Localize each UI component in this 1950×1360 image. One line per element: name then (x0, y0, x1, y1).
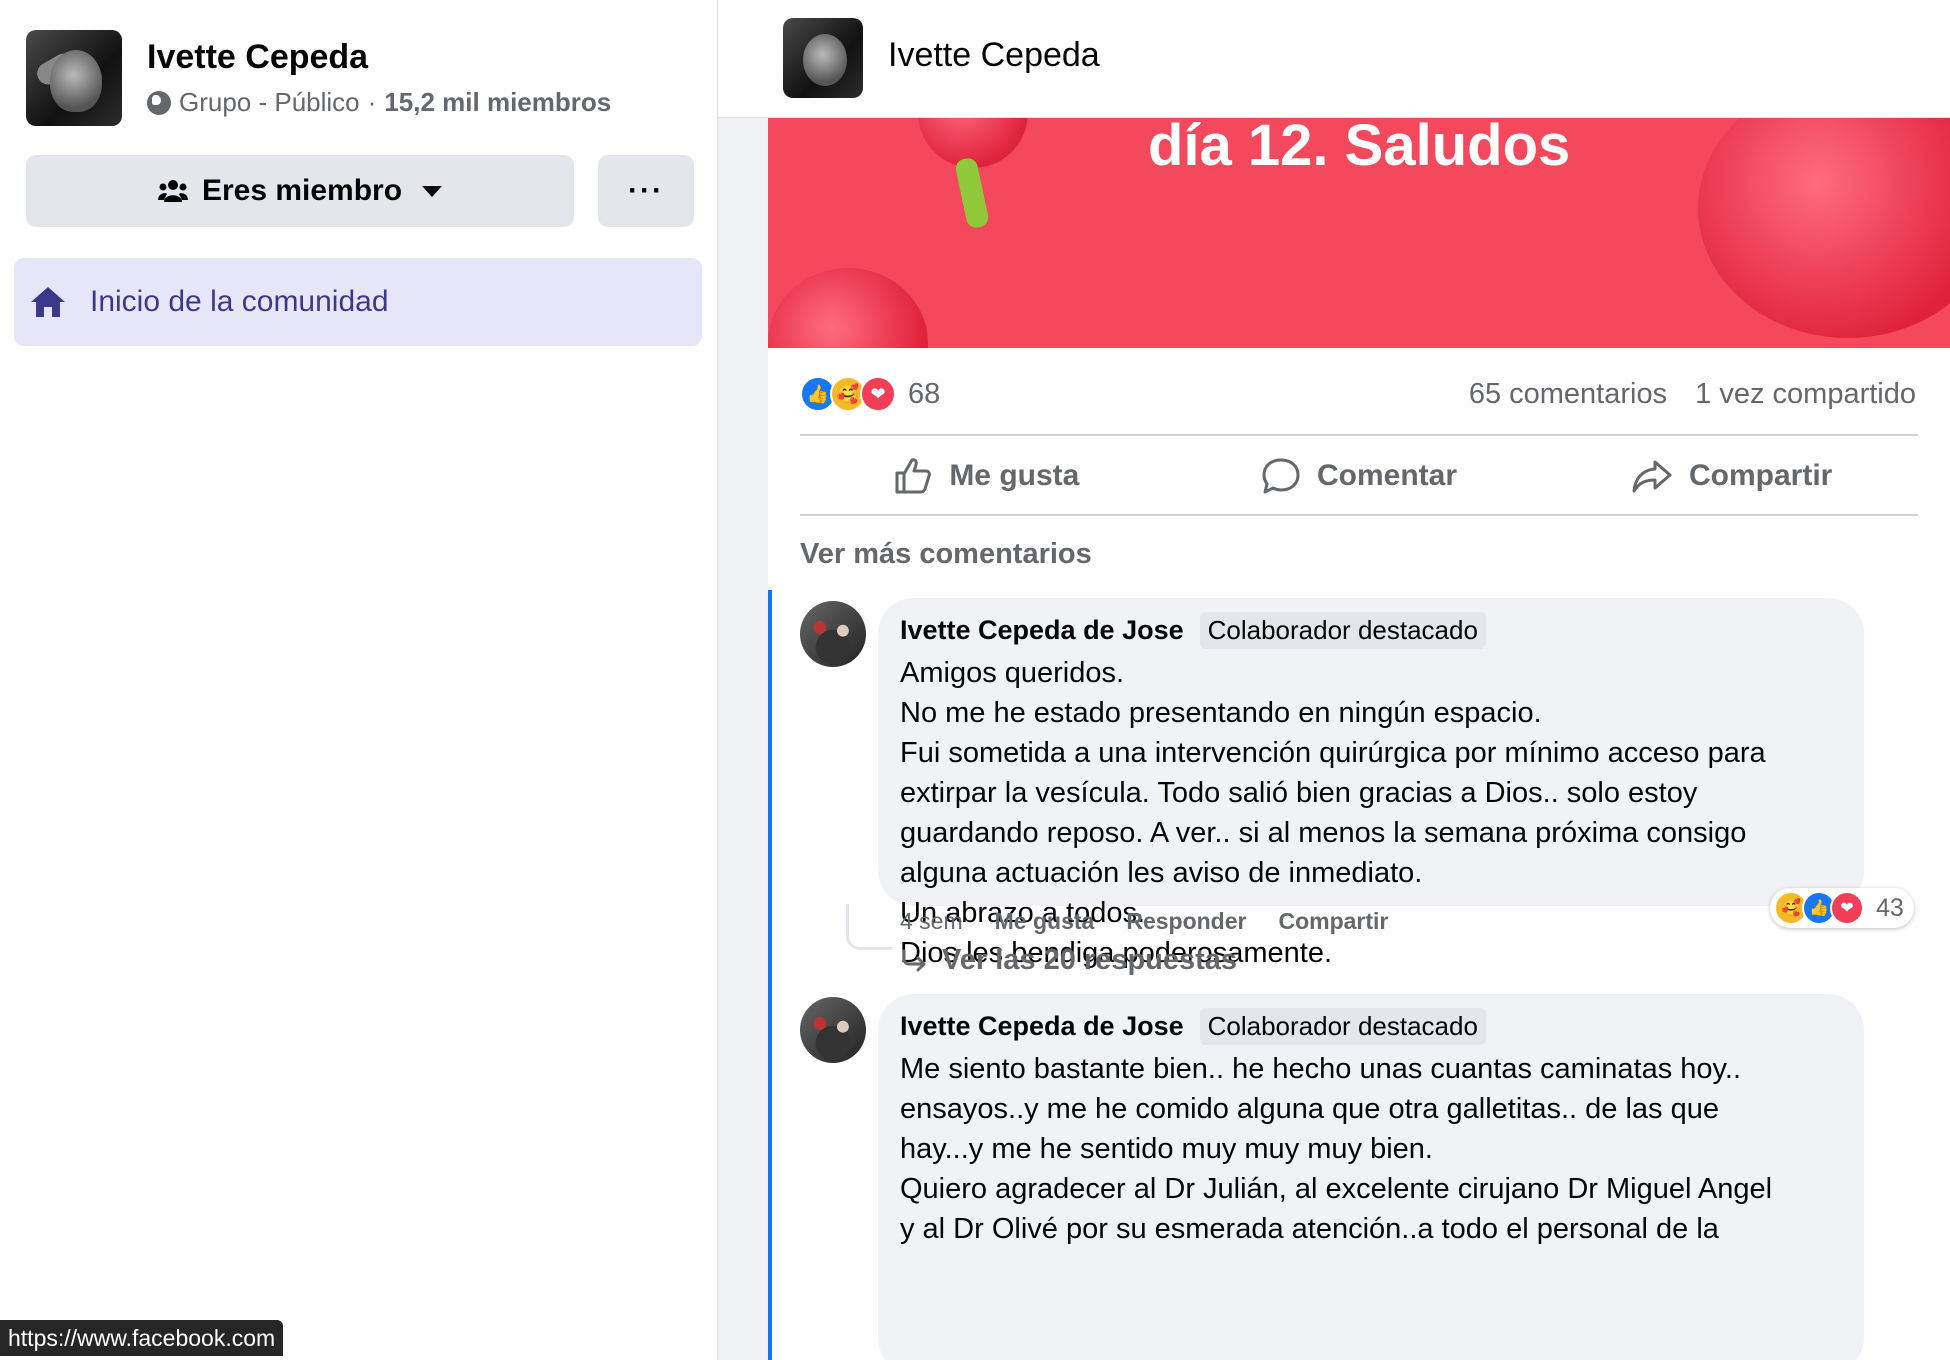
comment-line: hay...y me he sentido muy muy muy bien. (900, 1133, 1433, 1165)
post-card: día 12. Saludos 👍 🥰 ❤ 68 65 comentarios … (768, 118, 1950, 1360)
comment-time[interactable]: 4 sem (900, 908, 963, 935)
globe-icon (147, 90, 171, 115)
comment-share-link[interactable]: Compartir (1278, 908, 1388, 935)
home-icon (31, 287, 65, 317)
comment-author-avatar[interactable] (800, 601, 866, 667)
comment-bubble: Ivette Cepeda de Jose Colaborador destac… (878, 994, 1864, 1360)
comment-line: Quiero agradecer al Dr Julián, al excele… (900, 1173, 1773, 1205)
comment-button[interactable]: Comentar (1173, 456, 1546, 496)
member-count[interactable]: 15,2 mil miembros (384, 87, 611, 118)
comment-author-name[interactable]: Ivette Cepeda de Jose (900, 1011, 1184, 1042)
main-content: Ivette Cepeda día 12. Saludos 👍 🥰 ❤ 68 6… (718, 0, 1950, 1360)
comment-line: extirpar la vesícula. Todo salió bien gr… (900, 777, 1698, 809)
shares-count[interactable]: 1 vez compartido (1695, 378, 1916, 410)
comment-line: Amigos queridos. (900, 657, 1125, 689)
top-contributor-badge[interactable]: Colaborador destacado (1199, 612, 1486, 649)
comments-count[interactable]: 65 comentarios (1469, 378, 1667, 410)
nav-community-home-label: Inicio de la comunidad (90, 285, 389, 318)
comment-line: alguna actuación les aviso de inmediato. (900, 857, 1423, 889)
group-privacy: Grupo - Público (179, 87, 360, 117)
post-stats: 65 comentarios 1 vez compartido (1469, 378, 1916, 411)
group-name[interactable]: Ivette Cepeda (147, 38, 611, 77)
like-label: Me gusta (949, 459, 1080, 492)
comment-line: y al Dr Olivé por su esmerada atención..… (900, 1213, 1719, 1245)
status-bar-url: https://www.facebook.com (0, 1320, 284, 1356)
comment-label: Comentar (1316, 459, 1458, 492)
reply-arrow-icon (902, 949, 926, 971)
joined-member-button[interactable]: Eres miembro (26, 155, 574, 227)
group-info: Grupo - Público · 15,2 mil miembros (147, 87, 611, 118)
view-more-comments-link[interactable]: Ver más comentarios (800, 538, 1092, 571)
view-replies-label: Ver las 20 respuestas (942, 944, 1238, 976)
like-button[interactable]: Me gusta (800, 456, 1173, 496)
comment-line: Me siento bastante bien.. he hecho unas … (900, 1053, 1741, 1085)
reaction-count[interactable]: 68 (908, 378, 940, 411)
comment-highlight-bar (768, 986, 772, 1360)
group-topbar: Ivette Cepeda (718, 0, 1950, 118)
members-icon (157, 180, 188, 202)
comment-author-row: Ivette Cepeda de Jose Colaborador destac… (900, 612, 1842, 649)
share-label: Compartir (1689, 459, 1833, 492)
separator: · (367, 87, 377, 117)
love-reaction-icon: ❤ (860, 376, 896, 412)
comment-line: guardando reposo. A ver.. si al menos la… (900, 817, 1747, 849)
comment-icon (1262, 458, 1300, 494)
comment-line: Fui sometida a una intervención quirúrgi… (900, 737, 1766, 769)
comment-reply-link[interactable]: Responder (1126, 908, 1246, 935)
comment-bubble: Ivette Cepeda de Jose Colaborador destac… (878, 598, 1864, 969)
group-title[interactable]: Ivette Cepeda (888, 36, 1100, 75)
comment-author-name[interactable]: Ivette Cepeda de Jose (900, 615, 1184, 646)
reaction-icons[interactable]: 👍 🥰 ❤ (800, 376, 896, 412)
thread-connector (846, 904, 892, 950)
comment-reaction-count: 43 (1876, 893, 1904, 922)
joined-member-label: Eres miembro (201, 174, 403, 207)
group-sidebar: Ivette Cepeda Grupo - Público · 15,2 mil… (0, 0, 718, 1360)
more-options-button[interactable]: ··· (598, 155, 694, 227)
post-reaction-summary: 👍 🥰 ❤ 68 65 comentarios 1 vez compartido (800, 366, 1950, 422)
comment-meta-row: 4 sem Me gusta Responder Compartir (900, 908, 1388, 935)
comment-author-avatar[interactable] (800, 997, 866, 1063)
group-header: Ivette Cepeda Grupo - Público · 15,2 mil… (26, 30, 611, 126)
comment-highlight-bar (768, 590, 772, 1018)
post-image[interactable]: día 12. Saludos (768, 118, 1950, 348)
comment-text: Me siento bastante bien.. he hecho unas … (900, 1049, 1842, 1249)
thumbs-up-icon (895, 458, 932, 494)
group-cover-thumbnail[interactable] (26, 30, 122, 126)
comment-line: No me he estado presentando en ningún es… (900, 697, 1542, 729)
group-thumbnail[interactable] (783, 18, 863, 98)
group-meta: Ivette Cepeda Grupo - Público · 15,2 mil… (147, 38, 611, 118)
post-action-bar: Me gusta Comentar Compartir (800, 436, 1918, 516)
comment-line: ensayos..y me he comido alguna que otra … (900, 1093, 1719, 1125)
view-replies-link[interactable]: Ver las 20 respuestas (900, 944, 1237, 977)
top-contributor-badge[interactable]: Colaborador destacado (1199, 1008, 1486, 1045)
love-reaction-icon: ❤ (1830, 891, 1864, 925)
divider (800, 514, 1918, 516)
post-image-caption: día 12. Saludos (1148, 118, 1571, 178)
comment-reaction-summary[interactable]: 🥰 👍 ❤ 43 (1770, 888, 1914, 928)
nav-community-home[interactable]: Inicio de la comunidad (14, 258, 702, 346)
share-arrow-icon (1632, 460, 1672, 493)
caret-down-icon (422, 185, 443, 197)
comment-author-row: Ivette Cepeda de Jose Colaborador destac… (900, 1008, 1842, 1045)
comment-like-link[interactable]: Me gusta (995, 908, 1095, 935)
share-button[interactable]: Compartir (1545, 456, 1918, 496)
